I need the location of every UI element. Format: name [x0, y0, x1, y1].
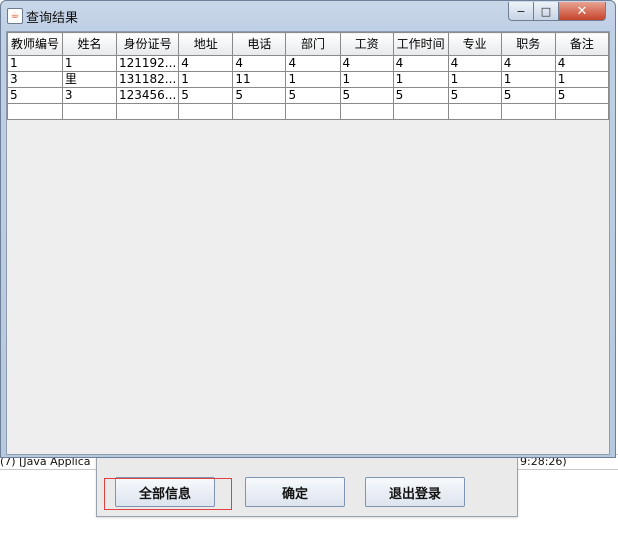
table-cell[interactable]: 1	[392, 71, 449, 88]
column-header-teacher-id[interactable]: 教师编号	[7, 32, 63, 56]
table-cell[interactable]: 11	[232, 71, 287, 88]
table-cell[interactable]	[178, 103, 234, 120]
logout-button[interactable]: 退出登录	[365, 477, 465, 507]
table-cell[interactable]	[447, 103, 502, 120]
column-header-id-number[interactable]: 身份证号	[115, 32, 180, 56]
table-cell[interactable]: 4	[339, 55, 394, 72]
column-header-name[interactable]: 姓名	[61, 32, 118, 56]
table-cell[interactable]: 1	[178, 71, 234, 88]
table-cell[interactable]: 1	[447, 71, 502, 88]
table-cell[interactable]: 4	[447, 55, 502, 72]
table-cell[interactable]: 1	[61, 55, 118, 72]
table-row[interactable]: 1 1 121192... 4 4 4 4 4 4 4 4	[7, 55, 610, 72]
table-cell[interactable]: 5	[392, 87, 449, 104]
maximize-icon[interactable]: □	[533, 2, 559, 21]
table-cell[interactable]	[7, 103, 63, 120]
java-cup-icon: ☕	[7, 8, 23, 24]
table-cell[interactable]: 121192...	[115, 55, 180, 72]
table-cell[interactable]: 1	[285, 71, 341, 88]
table-cell[interactable]: 4	[500, 55, 556, 72]
table-cell[interactable]	[392, 103, 449, 120]
table-cell[interactable]: 4	[178, 55, 234, 72]
table-cell[interactable]	[500, 103, 556, 120]
close-icon[interactable]: ✕	[558, 2, 606, 21]
table-cell[interactable]: 4	[232, 55, 287, 72]
column-header-major[interactable]: 专业	[447, 32, 502, 56]
query-result-window: ☕ 查询结果 − □ ✕ 教师编号 姓名 身份证号 地址 电话 部门 工资 工作…	[0, 0, 616, 458]
table-row[interactable]: 5 3 123456... 5 5 5 5 5 5 5 5	[7, 87, 610, 104]
table-cell[interactable]: 5	[7, 87, 63, 104]
table-cell[interactable]: 4	[554, 55, 610, 72]
table-cell[interactable]: 3	[7, 71, 63, 88]
result-table: 教师编号 姓名 身份证号 地址 电话 部门 工资 工作时间 专业 职务 备注 1…	[7, 32, 610, 120]
table-cell[interactable]: 1	[500, 71, 556, 88]
column-header-remarks[interactable]: 备注	[554, 32, 610, 56]
table-cell[interactable]: 5	[339, 87, 394, 104]
table-cell[interactable]: 5	[447, 87, 502, 104]
table-cell[interactable]	[285, 103, 341, 120]
table-cell[interactable]	[339, 103, 394, 120]
column-header-work-time[interactable]: 工作时间	[392, 32, 449, 56]
table-cell[interactable]: 5	[554, 87, 610, 104]
table-cell[interactable]: 5	[500, 87, 556, 104]
result-panel: 教师编号 姓名 身份证号 地址 电话 部门 工资 工作时间 专业 职务 备注 1…	[6, 31, 610, 455]
table-cell[interactable]: 5	[178, 87, 234, 104]
window-title: 查询结果	[26, 11, 79, 26]
table-row[interactable]	[7, 103, 610, 120]
table-cell[interactable]	[232, 103, 287, 120]
table-cell[interactable]: 5	[285, 87, 341, 104]
column-header-phone[interactable]: 电话	[232, 32, 287, 56]
column-header-salary[interactable]: 工资	[339, 32, 394, 56]
table-cell[interactable]: 1	[7, 55, 63, 72]
table-cell[interactable]: 4	[392, 55, 449, 72]
table-cell[interactable]: 1	[339, 71, 394, 88]
table-cell[interactable]	[554, 103, 610, 120]
column-header-address[interactable]: 地址	[178, 32, 234, 56]
table-cell[interactable]: 123456...	[115, 87, 180, 104]
table-cell[interactable]: 5	[232, 87, 287, 104]
focus-highlight	[104, 478, 232, 510]
column-header-department[interactable]: 部门	[285, 32, 341, 56]
table-cell[interactable]: 131182...	[115, 71, 180, 88]
table-cell[interactable]: 里	[61, 71, 118, 88]
table-header-row: 教师编号 姓名 身份证号 地址 电话 部门 工资 工作时间 专业 职务 备注	[7, 32, 610, 56]
column-header-position[interactable]: 职务	[500, 32, 556, 56]
confirm-button[interactable]: 确定	[245, 477, 345, 507]
table-cell[interactable]	[115, 103, 180, 120]
minimize-icon[interactable]: −	[508, 2, 534, 21]
table-row[interactable]: 3 里 131182... 1 11 1 1 1 1 1 1	[7, 71, 610, 88]
table-cell[interactable]: 3	[61, 87, 118, 104]
table-cell[interactable]	[61, 103, 118, 120]
table-cell[interactable]: 4	[285, 55, 341, 72]
table-cell[interactable]: 1	[554, 71, 610, 88]
